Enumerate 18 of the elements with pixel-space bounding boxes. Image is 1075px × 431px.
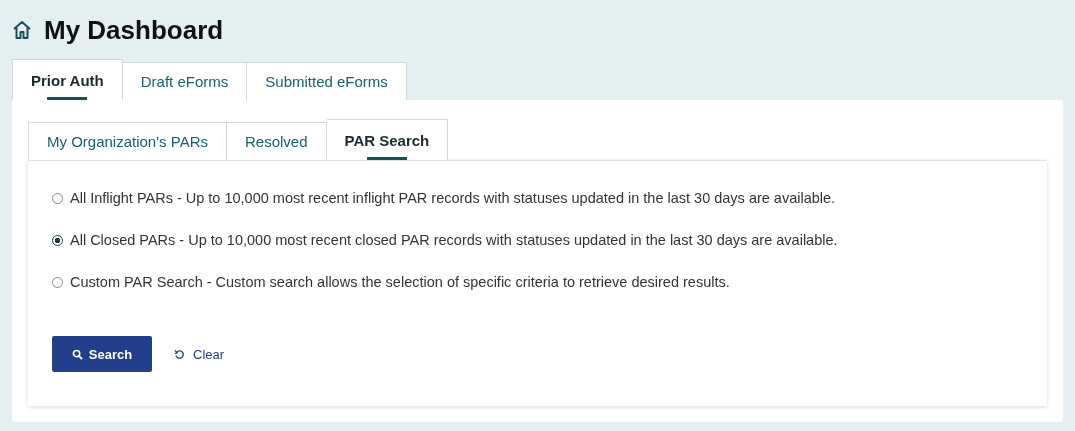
option-label: All Inflight PARs - Up to 10,000 most recent inflight PAR records with statuses updated in the last 30 days are available. [70,190,836,206]
tab[interactable]: PAR Search [326,119,449,160]
page-title: My Dashboard [44,14,224,46]
tab[interactable]: Resolved [227,122,327,160]
option-label: Custom PAR Search - Custom search allows the selection of specific criteria to retrieve desired results. [70,274,730,290]
radio-button[interactable] [52,276,63,288]
radio-button[interactable] [52,192,63,204]
clear-button[interactable]: Clear [172,346,227,362]
option-label: All Closed PARs - Up to 10,000 most recent closed PAR records with statuses updated in the last 30 days are available. [70,232,838,248]
home-icon [12,20,32,40]
tab[interactable]: Submitted eForms [247,62,407,100]
search-icon [71,348,83,360]
search-button[interactable]: Search [52,336,152,372]
tab[interactable]: Prior Auth [12,59,123,100]
tab[interactable]: My Organization's PARs [28,122,227,160]
tab[interactable]: Draft eForms [122,62,248,100]
radio-button[interactable] [52,234,63,246]
reset-icon [174,348,185,360]
